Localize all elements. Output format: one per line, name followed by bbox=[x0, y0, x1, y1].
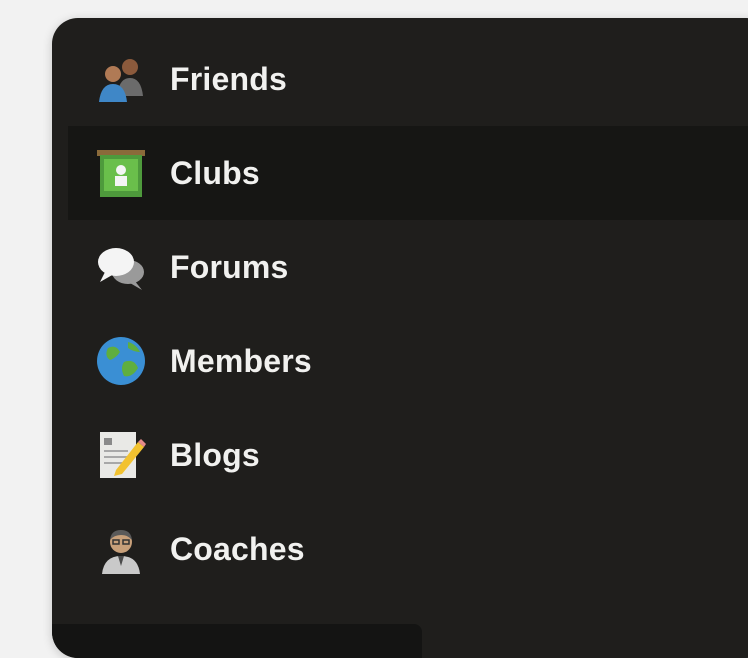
menu-item-label: Forums bbox=[170, 248, 289, 285]
menu-item-label: Blogs bbox=[170, 436, 260, 473]
coaches-icon bbox=[94, 522, 148, 576]
bottom-tab-strip bbox=[52, 624, 422, 658]
menu-item-members[interactable]: Members bbox=[68, 314, 748, 408]
forums-icon bbox=[94, 240, 148, 294]
friends-icon bbox=[94, 52, 148, 106]
menu-item-friends[interactable]: Friends bbox=[68, 32, 748, 126]
clubs-icon bbox=[94, 146, 148, 200]
menu-item-forums[interactable]: Forums bbox=[68, 220, 748, 314]
menu-item-label: Members bbox=[170, 342, 312, 379]
menu-item-label: Clubs bbox=[170, 154, 260, 191]
menu-item-blogs[interactable]: Blogs bbox=[68, 408, 748, 502]
navigation-menu: Friends Clubs Forums Members Blogs Coach… bbox=[52, 18, 748, 658]
menu-item-label: Friends bbox=[170, 60, 287, 97]
menu-item-clubs[interactable]: Clubs bbox=[68, 126, 748, 220]
members-globe-icon bbox=[94, 334, 148, 388]
menu-item-label: Coaches bbox=[170, 530, 305, 567]
menu-item-coaches[interactable]: Coaches bbox=[68, 502, 748, 596]
blogs-icon bbox=[94, 428, 148, 482]
